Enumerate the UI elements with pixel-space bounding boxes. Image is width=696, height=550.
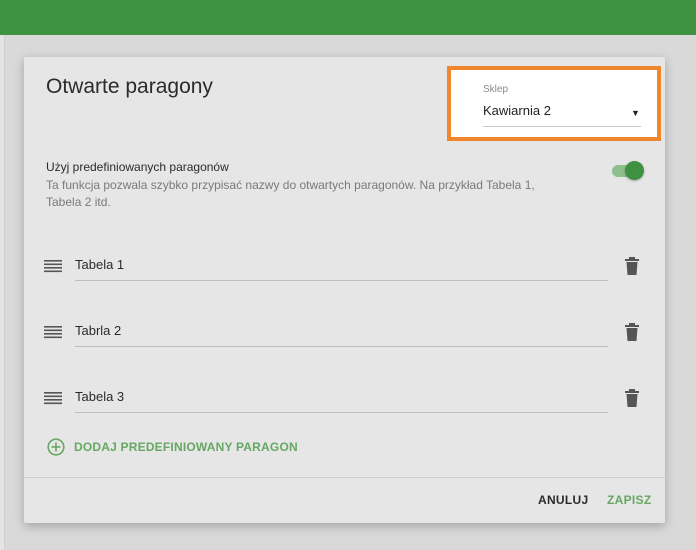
trash-icon[interactable] bbox=[624, 323, 640, 341]
add-predefined-receipt-label: DODAJ PREDEFINIOWANY PARAGON bbox=[74, 440, 298, 454]
receipt-row: Tabela 1 bbox=[44, 249, 644, 283]
save-button[interactable]: ZAPISZ bbox=[607, 493, 651, 507]
receipt-input-underline bbox=[75, 346, 608, 347]
store-select-value: Kawiarnia 2 bbox=[483, 103, 551, 118]
toggle-knob bbox=[625, 161, 644, 180]
trash-icon[interactable] bbox=[624, 257, 640, 275]
store-select[interactable]: Sklep Kawiarnia 2 ▼ bbox=[447, 66, 661, 141]
predefined-receipts-description: Ta funkcja pozwala szybko przypisać nazw… bbox=[46, 178, 535, 209]
drag-handle-icon[interactable] bbox=[44, 259, 62, 273]
cancel-button[interactable]: ANULUJ bbox=[538, 493, 588, 507]
receipt-name-input[interactable]: Tabela 1 bbox=[75, 257, 124, 272]
receipt-name-input[interactable]: Tabrla 2 bbox=[75, 323, 121, 338]
store-select-underline bbox=[483, 126, 641, 127]
trash-icon[interactable] bbox=[624, 389, 640, 407]
add-circle-icon bbox=[47, 438, 65, 456]
receipt-row: Tabela 3 bbox=[44, 381, 644, 415]
receipt-name-input[interactable]: Tabela 3 bbox=[75, 389, 124, 404]
dropdown-arrow-icon: ▼ bbox=[631, 108, 640, 118]
receipt-input-underline bbox=[75, 280, 608, 281]
top-app-bar bbox=[0, 0, 696, 35]
predefined-receipts-title: Użyj predefiniowanych paragonów bbox=[46, 160, 229, 174]
background-sidebar-edge bbox=[0, 35, 5, 550]
add-predefined-receipt-button[interactable]: DODAJ PREDEFINIOWANY PARAGON bbox=[47, 437, 298, 457]
footer-divider bbox=[24, 477, 665, 478]
dialog-title: Otwarte paragony bbox=[46, 75, 213, 98]
predefined-receipts-toggle[interactable] bbox=[612, 161, 644, 181]
open-receipts-dialog: Otwarte paragony Sklep Kawiarnia 2 ▼ Uży… bbox=[24, 57, 665, 523]
drag-handle-icon[interactable] bbox=[44, 325, 62, 339]
receipt-row: Tabrla 2 bbox=[44, 315, 644, 349]
drag-handle-icon[interactable] bbox=[44, 391, 62, 405]
receipt-input-underline bbox=[75, 412, 608, 413]
store-select-label: Sklep bbox=[483, 84, 509, 95]
